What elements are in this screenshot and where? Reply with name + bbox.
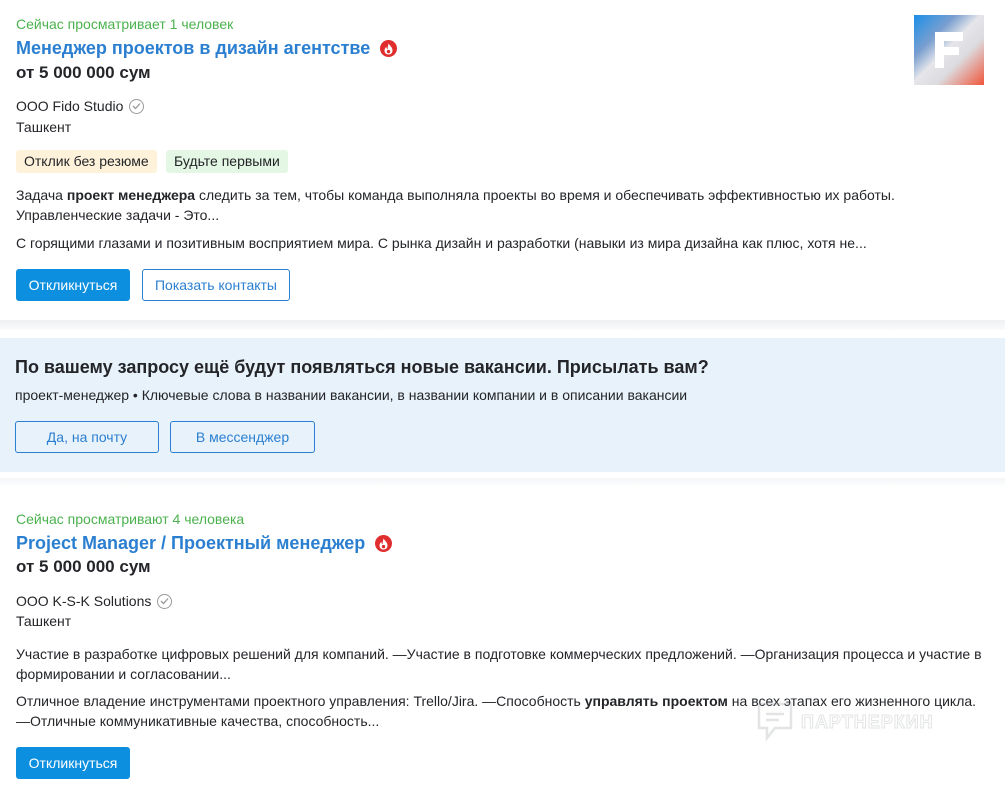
subscribe-title: По вашему запросу ещё будут появляться н… bbox=[15, 357, 709, 377]
partnerkin-watermark: ПАРТНЕРКИН bbox=[755, 700, 934, 744]
subscribe-messenger-button[interactable]: В мессенджер bbox=[170, 421, 315, 453]
subscribe-email-button[interactable]: Да, на почту bbox=[15, 421, 159, 453]
fire-icon bbox=[380, 40, 398, 57]
viewers-count: Сейчас просматривают 4 человека bbox=[16, 511, 245, 527]
respond-button[interactable]: Откликнуться bbox=[16, 269, 130, 301]
tag-be-first: Будьте первыми bbox=[166, 150, 288, 173]
desc-bold: управлять проектом bbox=[584, 693, 728, 709]
vacancy-title-link[interactable]: Project Manager / Проектный менеджер bbox=[16, 533, 365, 554]
vacancy-title[interactable]: Project Manager / Проектный менеджер bbox=[16, 533, 393, 554]
salary: от 5 000 000 сум bbox=[16, 63, 151, 82]
company-name-label[interactable]: ООО K-S-K Solutions bbox=[16, 593, 151, 609]
city: Ташкент bbox=[16, 613, 72, 629]
vacancy-title[interactable]: Менеджер проектов в дизайн агентстве bbox=[16, 38, 398, 59]
card-separator bbox=[0, 478, 1005, 488]
vacancy-card: Сейчас просматривают 4 человека Project … bbox=[0, 490, 1005, 797]
desc-bold: проект менеджера bbox=[66, 187, 196, 203]
tag-no-resume: Отклик без резюме bbox=[16, 150, 157, 173]
vacancy-title-link[interactable]: Менеджер проектов в дизайн агентстве bbox=[16, 38, 370, 59]
show-contacts-button[interactable]: Показать контакты bbox=[142, 269, 290, 301]
vacancy-description: Задача проект менеджера следить за тем, … bbox=[16, 185, 991, 225]
viewers-count: Сейчас просматривает 1 человек bbox=[16, 16, 234, 32]
company-name-label[interactable]: ООО Fido Studio bbox=[16, 98, 123, 114]
fire-icon bbox=[375, 535, 393, 552]
respond-button[interactable]: Откликнуться bbox=[16, 747, 130, 779]
subscribe-subtitle: проект-менеджер • Ключевые слова в назва… bbox=[15, 387, 688, 403]
verified-check-icon bbox=[157, 593, 173, 609]
company-logo[interactable] bbox=[914, 15, 984, 85]
salary: от 5 000 000 сум bbox=[16, 557, 151, 576]
partnerkin-watermark-icon bbox=[757, 702, 793, 742]
watermark-text: ПАРТНЕРКИН bbox=[801, 711, 934, 732]
desc-text: Отличное владение инструментами проектно… bbox=[16, 693, 585, 709]
city: Ташкент bbox=[16, 119, 72, 135]
card-separator bbox=[0, 320, 1005, 330]
desc-text: Задача bbox=[16, 187, 67, 203]
vacancy-requirements: С горящими глазами и позитивным восприят… bbox=[16, 235, 867, 251]
verified-check-icon bbox=[129, 98, 145, 114]
company-name[interactable]: ООО Fido Studio bbox=[16, 98, 145, 114]
company-name[interactable]: ООО K-S-K Solutions bbox=[16, 593, 173, 609]
vacancy-card: Сейчас просматривает 1 человек Менеджер … bbox=[0, 0, 1005, 322]
subscribe-banner: По вашему запросу ещё будут появляться н… bbox=[0, 338, 1005, 472]
vacancy-description: Участие в разработке цифровых решений дл… bbox=[16, 646, 982, 682]
